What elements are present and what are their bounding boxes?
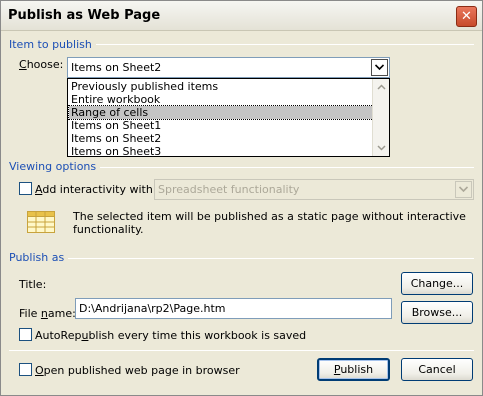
list-item[interactable]: Items on Sheet1 [69, 119, 373, 132]
autorepublish-label: AutoRepublish every time this workbook i… [35, 329, 307, 342]
publish-button[interactable]: Publish [317, 358, 390, 381]
list-item-highlighted[interactable]: Range of cells [68, 105, 374, 120]
spreadsheet-icon [27, 211, 55, 233]
browse-button[interactable]: Browse... [401, 301, 473, 324]
add-interactivity-label: Add interactivity with: [35, 183, 157, 196]
file-name-field[interactable]: D:\Andrijana\rp2\Page.htm [75, 298, 392, 319]
title-label: Title: [19, 278, 47, 291]
add-interactivity-checkbox[interactable] [19, 182, 32, 195]
section-divider [9, 350, 474, 351]
autorepublish-checkbox[interactable] [19, 328, 32, 341]
choose-label: Choose: [19, 58, 64, 71]
chevron-down-icon [455, 181, 472, 198]
file-name-value: D:\Andrijana\rp2\Page.htm [79, 302, 226, 315]
publish-dialog: Publish as Web Page ✕ Item to publish Ch… [0, 0, 483, 396]
chevron-down-icon[interactable] [371, 59, 388, 76]
info-text: The selected item will be published as a… [73, 210, 466, 236]
list-item[interactable]: Items on Sheet3 [69, 145, 373, 158]
title-bar: Publish as Web Page ✕ [1, 1, 482, 31]
change-button[interactable]: Change... [401, 272, 473, 295]
file-name-label: File name: [19, 307, 76, 320]
dropdown-scrollbar[interactable] [372, 79, 389, 156]
section-item-to-publish: Item to publish [9, 38, 96, 51]
choose-select[interactable]: Items on Sheet2 [67, 57, 390, 78]
list-item[interactable]: Entire workbook [69, 93, 373, 106]
open-in-browser-label: Open published web page in browser [35, 364, 240, 377]
choose-selected-value: Items on Sheet2 [71, 61, 162, 74]
section-publish-as: Publish as [9, 251, 69, 264]
scroll-down-icon[interactable] [374, 140, 389, 155]
list-item[interactable]: Items on Sheet2 [69, 132, 373, 145]
interactivity-select: Spreadsheet functionality [154, 179, 474, 200]
section-divider [9, 258, 474, 259]
close-icon: ✕ [461, 9, 472, 24]
scroll-up-icon[interactable] [374, 80, 389, 95]
window-title: Publish as Web Page [8, 8, 161, 23]
section-viewing-options: Viewing options [9, 160, 101, 173]
list-item[interactable]: Previously published items [69, 80, 373, 93]
choose-dropdown-list: Previously published items Entire workbo… [67, 78, 390, 158]
interactivity-value: Spreadsheet functionality [158, 183, 300, 196]
open-in-browser-checkbox[interactable] [19, 363, 32, 376]
cancel-button[interactable]: Cancel [401, 358, 473, 381]
close-button[interactable]: ✕ [456, 6, 477, 27]
